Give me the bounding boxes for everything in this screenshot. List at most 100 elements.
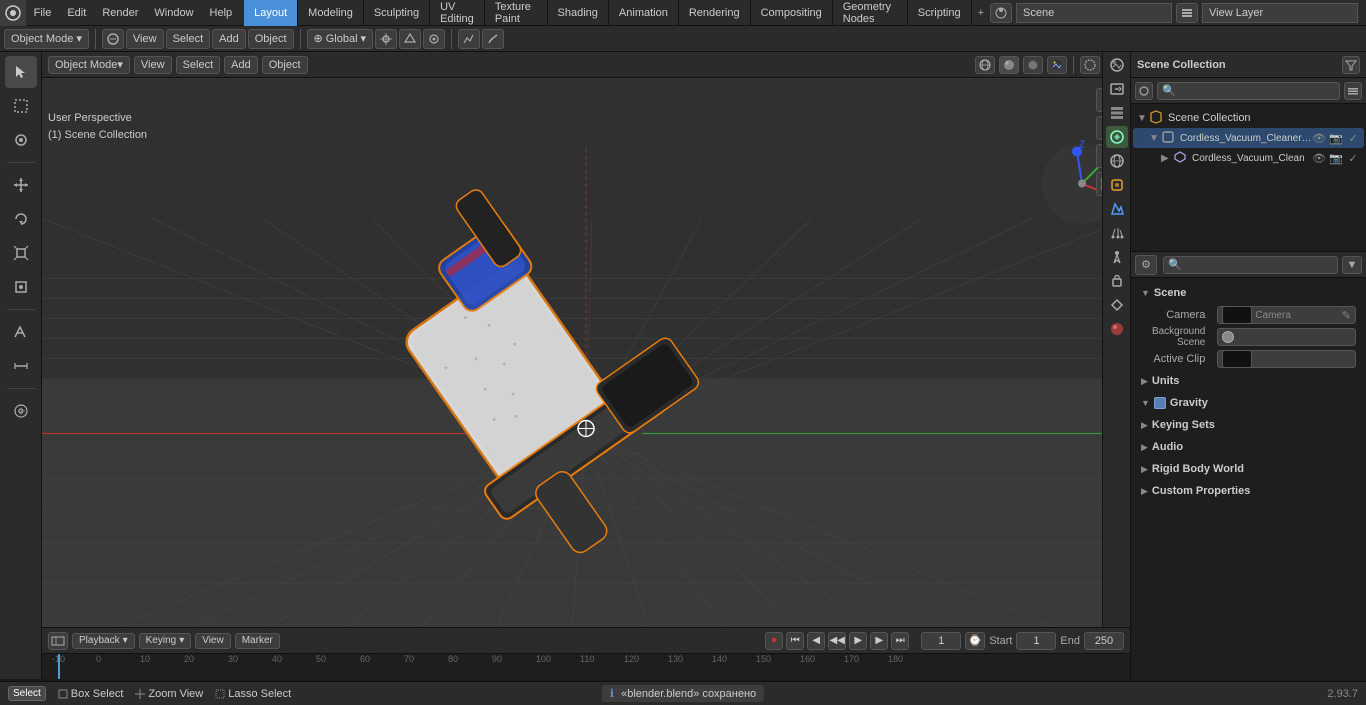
menu-file[interactable]: File: [26, 0, 60, 26]
playback-play[interactable]: ▶: [849, 632, 867, 650]
tool-transform[interactable]: [5, 271, 37, 303]
prop-tab-render[interactable]: [1106, 54, 1128, 76]
menu-edit[interactable]: Edit: [59, 0, 94, 26]
workspace-texture-paint[interactable]: Texture Paint: [485, 0, 548, 26]
prop-units-header[interactable]: ▶ Units: [1137, 370, 1360, 392]
frame-clock-icon[interactable]: ⌚: [965, 632, 985, 650]
prop-active-clip-value[interactable]: [1217, 350, 1356, 368]
outliner-exclude-icon[interactable]: ✓: [1346, 131, 1360, 145]
playback-btn[interactable]: Playback ▾: [72, 633, 135, 649]
prop-tab-output[interactable]: [1106, 78, 1128, 100]
proportional-btn[interactable]: [423, 29, 445, 49]
prop-tab-view-layer[interactable]: [1106, 102, 1128, 124]
tool-move[interactable]: [5, 169, 37, 201]
properties-filter-btn[interactable]: ▼: [1342, 256, 1362, 274]
prop-audio-header[interactable]: ▶ Audio: [1137, 436, 1360, 458]
tool-annotate[interactable]: [5, 316, 37, 348]
props-tab-icon-1[interactable]: ⚙: [1135, 255, 1157, 275]
tool-tweak[interactable]: [5, 124, 37, 156]
prop-tab-material[interactable]: [1106, 318, 1128, 340]
outliner-scene-collection[interactable]: ▼ Scene Collection: [1133, 108, 1364, 128]
snap-btn[interactable]: [399, 29, 421, 49]
workspace-geometry-nodes[interactable]: Geometry Nodes: [833, 0, 908, 26]
properties-search-input[interactable]: [1163, 256, 1338, 274]
playback-prev-frame[interactable]: ◀: [807, 632, 825, 650]
outliner-render-icon[interactable]: 📷: [1329, 131, 1343, 145]
workspace-shading[interactable]: Shading: [548, 0, 609, 26]
viewport-view-btn[interactable]: View: [134, 56, 172, 74]
grease-pencil-btn[interactable]: [482, 29, 504, 49]
timeline-type-icon[interactable]: [48, 632, 68, 650]
viewport-shading-wireframe[interactable]: [975, 56, 995, 74]
viewport-display-btn[interactable]: [102, 29, 124, 49]
outliner-filter-btn[interactable]: [1342, 56, 1360, 74]
outliner-type-filter[interactable]: [1135, 82, 1153, 100]
add-workspace-button[interactable]: +: [972, 0, 990, 26]
tool-cursor[interactable]: [5, 56, 37, 88]
prop-camera-value[interactable]: Camera ✎: [1217, 306, 1356, 324]
viewport-canvas[interactable]: X Y Z User Perspective (1) Scene Collect…: [42, 78, 1130, 679]
prop-gravity-header[interactable]: ▼ Gravity: [1137, 392, 1360, 414]
outliner-item2-visibility[interactable]: 👁: [1312, 151, 1326, 165]
workspace-compositing[interactable]: Compositing: [751, 0, 833, 26]
outliner-visibility-icon[interactable]: 👁: [1312, 131, 1326, 145]
timeline-ruler[interactable]: -10 0 10 20 30 40 50 60 70 80 90 100 110…: [42, 654, 1130, 679]
prop-tab-world[interactable]: [1106, 150, 1128, 172]
scene-input[interactable]: Scene: [1016, 3, 1172, 23]
viewport-shading-rendered[interactable]: [1047, 56, 1067, 74]
prop-tab-particles[interactable]: [1106, 222, 1128, 244]
prop-tab-data[interactable]: [1106, 294, 1128, 316]
prop-background-scene-value[interactable]: [1217, 328, 1356, 346]
graph-btn[interactable]: [458, 29, 480, 49]
workspace-sculpting[interactable]: Sculpting: [364, 0, 430, 26]
workspace-scripting[interactable]: Scripting: [908, 0, 972, 26]
menu-render[interactable]: Render: [94, 0, 146, 26]
outliner-item-vacuum[interactable]: ▼ Cordless_Vacuum_Cleaner_w 👁 📷 ✓: [1133, 128, 1364, 148]
prop-tab-scene[interactable]: [1106, 126, 1128, 148]
workspace-rendering[interactable]: Rendering: [679, 0, 751, 26]
prop-custom-props-header[interactable]: ▶ Custom Properties: [1137, 480, 1360, 502]
playback-reverse[interactable]: ◀◀: [828, 632, 846, 650]
frame-start-input[interactable]: [1016, 632, 1056, 650]
playback-record[interactable]: ⏺: [765, 632, 783, 650]
playback-jump-start[interactable]: ⏮: [786, 632, 804, 650]
prop-keying-sets-header[interactable]: ▶ Keying Sets: [1137, 414, 1360, 436]
prop-tab-constraints[interactable]: [1106, 270, 1128, 292]
view-layer-input[interactable]: View Layer: [1202, 3, 1358, 23]
gravity-checkbox[interactable]: [1154, 397, 1166, 409]
marker-btn[interactable]: Marker: [235, 633, 280, 649]
viewport-shading-solid[interactable]: [999, 56, 1019, 74]
prop-rigid-body-header[interactable]: ▶ Rigid Body World: [1137, 458, 1360, 480]
prop-tab-physics[interactable]: [1106, 246, 1128, 268]
outliner-item-vacuum-mesh[interactable]: ▶ Cordless_Vacuum_Clean 👁 📷 ✓: [1133, 148, 1364, 168]
viewport-overlay-btn[interactable]: [1080, 56, 1100, 74]
workspace-layout[interactable]: Layout: [244, 0, 298, 26]
menu-window[interactable]: Window: [146, 0, 201, 26]
workspace-uv-editing[interactable]: UV Editing: [430, 0, 485, 26]
outliner-item2-check[interactable]: ✓: [1346, 151, 1360, 165]
frame-end-input[interactable]: [1084, 632, 1124, 650]
add-btn[interactable]: Add: [212, 29, 246, 49]
outliner-options-btn[interactable]: [1344, 82, 1362, 100]
tool-object-origin[interactable]: [5, 395, 37, 427]
tool-select-box[interactable]: [5, 90, 37, 122]
workspace-animation[interactable]: Animation: [609, 0, 679, 26]
camera-edit-icon[interactable]: ✎: [1342, 309, 1351, 322]
transform-btn[interactable]: ⊕ Global ▾: [307, 29, 374, 49]
viewport-select-btn[interactable]: Select: [176, 56, 221, 74]
tool-measure[interactable]: [5, 350, 37, 382]
menu-help[interactable]: Help: [202, 0, 241, 26]
pivot-btn[interactable]: [375, 29, 397, 49]
prop-tab-object[interactable]: [1106, 174, 1128, 196]
outliner-search-input[interactable]: [1157, 82, 1340, 100]
viewport-object-btn[interactable]: Object: [262, 56, 308, 74]
current-frame-input[interactable]: 1: [921, 632, 961, 650]
view-btn[interactable]: View: [126, 29, 164, 49]
tool-scale[interactable]: [5, 237, 37, 269]
viewport-add-btn[interactable]: Add: [224, 56, 258, 74]
timeline-view-btn[interactable]: View: [195, 633, 231, 649]
viewport-mode-btn[interactable]: Object Mode ▾: [48, 56, 130, 74]
keying-btn[interactable]: Keying ▾: [139, 633, 192, 649]
prop-tab-modifier[interactable]: [1106, 198, 1128, 220]
object-mode-btn[interactable]: Object Mode ▾: [4, 29, 89, 49]
